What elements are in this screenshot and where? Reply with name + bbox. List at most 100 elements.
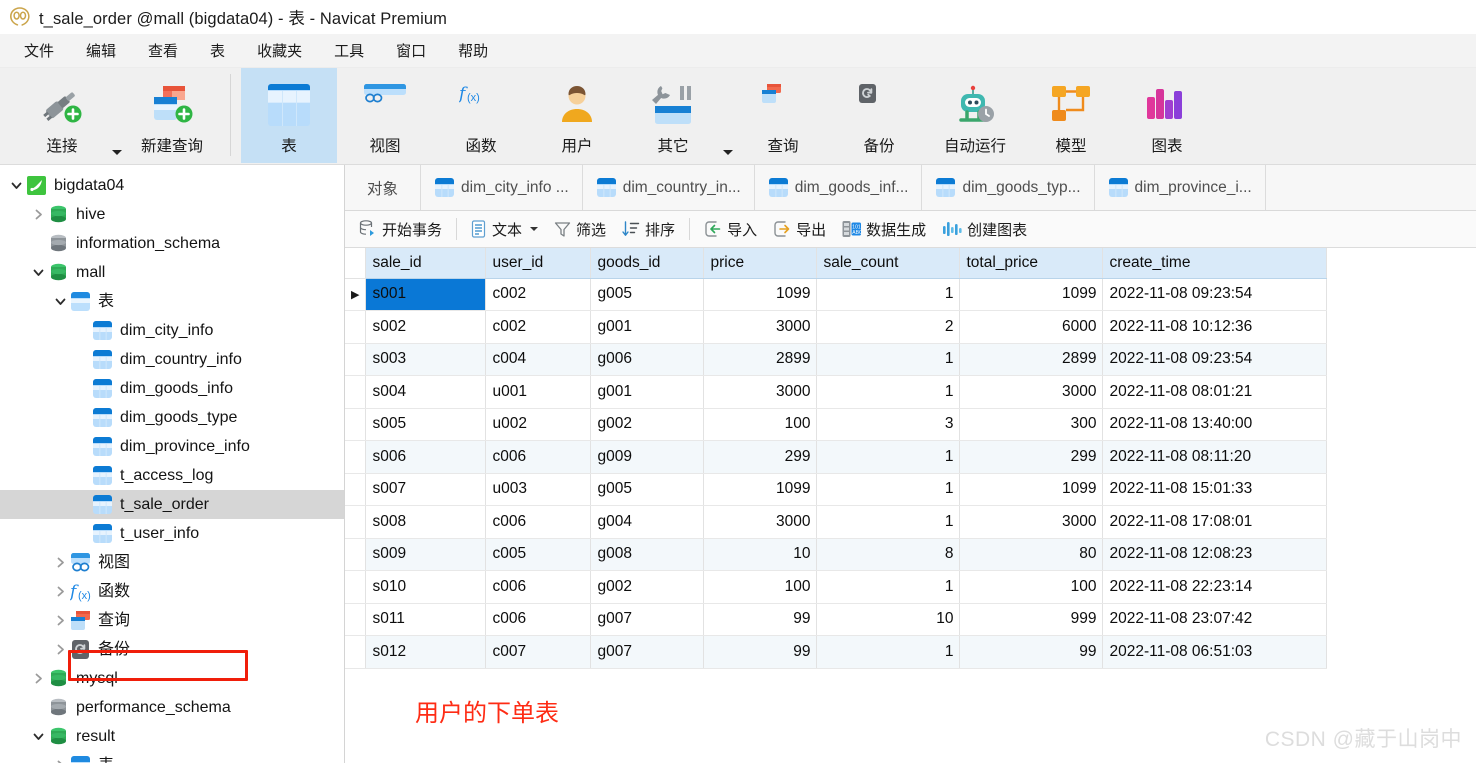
grid-cell-sale_id[interactable]: s010	[365, 570, 487, 604]
grid-cell-total_price[interactable]: 999	[959, 603, 1104, 636]
toolbar-button-new-query[interactable]: 新建查询	[124, 68, 220, 163]
grid-row[interactable]: s003 c004 g006 2899 1 2899 2022-11-08 09:23:54	[345, 343, 1328, 376]
grid-cell-create_time[interactable]: 2022-11-08 09:23:54	[1102, 343, 1328, 376]
grid-cell-sale_count[interactable]: 1	[816, 278, 961, 311]
grid-cell-total_price[interactable]: 3000	[959, 375, 1104, 409]
tree-node-dim_goods_info[interactable]: dim_goods_info	[0, 374, 344, 403]
grid-cell-create_time[interactable]: 2022-11-08 17:08:01	[1102, 505, 1328, 539]
grid-cell-sale_count[interactable]: 1	[816, 635, 961, 669]
chevron-right-icon[interactable]	[52, 555, 68, 571]
tree-node-[interactable]: f (x) 函数	[0, 577, 344, 606]
tab-dim_country_in[interactable]: dim_country_in...	[583, 165, 755, 210]
grid-cell-sale_count[interactable]: 8	[816, 538, 961, 571]
grid-cell-user_id[interactable]: c006	[485, 505, 592, 539]
toolbar-button-automation[interactable]: 自动运行	[927, 68, 1023, 163]
data-grid-wrapper[interactable]: sale_id user_id goods_id price sale_count tot…	[345, 248, 1476, 669]
grid-cell-total_price[interactable]: 6000	[959, 310, 1104, 344]
grid-row[interactable]: s009 c005 g008 10 8 80 2022-11-08 12:08:23	[345, 538, 1328, 571]
tree-node-[interactable]: 表	[0, 751, 344, 763]
grid-cell-goods_id[interactable]: g006	[590, 343, 705, 376]
filter-button[interactable]: 筛选	[546, 216, 614, 243]
object-tree-sidebar[interactable]: bigdata04 hive information_schema mall 表 dim_…	[0, 165, 345, 763]
grid-cell-user_id[interactable]: u001	[485, 375, 592, 409]
grid-cell-sale_id[interactable]: s006	[365, 440, 487, 474]
menu-favorites[interactable]: 收藏夹	[241, 37, 318, 64]
grid-cell-goods_id[interactable]: g002	[590, 408, 705, 441]
chevron-right-icon[interactable]	[52, 758, 68, 763]
grid-cell-user_id[interactable]: c004	[485, 343, 592, 376]
grid-row[interactable]: s011 c006 g007 99 10 999 2022-11-08 23:07:42	[345, 603, 1328, 636]
grid-cell-price[interactable]: 10	[703, 538, 818, 571]
chevron-down-icon[interactable]	[30, 729, 46, 745]
grid-cell-goods_id[interactable]: g009	[590, 440, 705, 474]
menu-view[interactable]: 查看	[132, 37, 194, 64]
tree-node-[interactable]: 表	[0, 287, 344, 316]
toolbar-button-query[interactable]: 查询	[735, 68, 831, 163]
grid-cell-sale_count[interactable]: 1	[816, 473, 961, 506]
grid-cell-total_price[interactable]: 99	[959, 635, 1104, 669]
tree-node-bigdata04[interactable]: bigdata04	[0, 171, 344, 200]
toolbar-button-table[interactable]: 表	[241, 68, 337, 163]
grid-cell-create_time[interactable]: 2022-11-08 08:01:21	[1102, 375, 1328, 409]
grid-cell-price[interactable]: 299	[703, 440, 818, 474]
tree-node-result[interactable]: result	[0, 722, 344, 751]
menu-file[interactable]: 文件	[8, 37, 70, 64]
grid-cell-sale_id[interactable]: s012	[365, 635, 487, 669]
grid-cell-price[interactable]: 99	[703, 603, 818, 636]
grid-body[interactable]: ▶ s001 c002 g005 1099 1 1099 2022-11-08 09:23:5…	[345, 278, 1328, 669]
grid-cell-total_price[interactable]: 100	[959, 570, 1104, 604]
grid-cell-create_time[interactable]: 2022-11-08 06:51:03	[1102, 635, 1328, 669]
grid-row[interactable]: s012 c007 g007 99 1 99 2022-11-08 06:51:03	[345, 635, 1328, 669]
grid-cell-user_id[interactable]: c006	[485, 440, 592, 474]
grid-cell-price[interactable]: 1099	[703, 278, 818, 311]
toolbar-button-other[interactable]: 其它	[625, 68, 721, 163]
grid-cell-sale_count[interactable]: 1	[816, 505, 961, 539]
grid-cell-goods_id[interactable]: g007	[590, 603, 705, 636]
tree-node-dim_province_info[interactable]: dim_province_info	[0, 432, 344, 461]
menu-help[interactable]: 帮助	[442, 37, 504, 64]
grid-cell-create_time[interactable]: 2022-11-08 12:08:23	[1102, 538, 1328, 571]
grid-cell-total_price[interactable]: 300	[959, 408, 1104, 441]
grid-column-header-user_id[interactable]: user_id	[485, 248, 592, 279]
grid-cell-price[interactable]: 1099	[703, 473, 818, 506]
grid-cell-sale_id[interactable]: s009	[365, 538, 487, 571]
tree-node-mall[interactable]: mall	[0, 258, 344, 287]
menu-edit[interactable]: 编辑	[70, 37, 132, 64]
tree-node-mysql[interactable]: mysql	[0, 664, 344, 693]
chevron-right-icon[interactable]	[52, 584, 68, 600]
chevron-down-icon[interactable]	[723, 149, 733, 155]
chevron-right-icon[interactable]	[30, 671, 46, 687]
tab-dim_province_i[interactable]: dim_province_i...	[1095, 165, 1266, 210]
grid-cell-price[interactable]: 99	[703, 635, 818, 669]
chevron-right-icon[interactable]	[52, 613, 68, 629]
chevron-right-icon[interactable]	[52, 642, 68, 658]
grid-cell-create_time[interactable]: 2022-11-08 23:07:42	[1102, 603, 1328, 636]
grid-cell-sale_id[interactable]: s002	[365, 310, 487, 344]
grid-column-header-sale_count[interactable]: sale_count	[816, 248, 961, 279]
tab-dim_city_info[interactable]: dim_city_info ...	[421, 165, 583, 210]
grid-cell-sale_count[interactable]: 2	[816, 310, 961, 344]
grid-column-header-total_price[interactable]: total_price	[959, 248, 1104, 279]
grid-cell-create_time[interactable]: 2022-11-08 10:12:36	[1102, 310, 1328, 344]
editor-tab-strip[interactable]: 对象 dim_city_info ... dim_country_in... dim_…	[345, 165, 1476, 211]
grid-cell-goods_id[interactable]: g008	[590, 538, 705, 571]
tree-node-information_schema[interactable]: information_schema	[0, 229, 344, 258]
data-generation-button[interactable]: 101 ABC 数据生成	[834, 216, 934, 243]
chevron-right-icon[interactable]	[30, 207, 46, 223]
grid-cell-create_time[interactable]: 2022-11-08 13:40:00	[1102, 408, 1328, 441]
chevron-down-icon[interactable]	[530, 227, 539, 231]
menu-window[interactable]: 窗口	[380, 37, 442, 64]
grid-column-header-price[interactable]: price	[703, 248, 818, 279]
grid-column-header-sale_id[interactable]: sale_id	[365, 248, 487, 279]
tree-node-performance_schema[interactable]: performance_schema	[0, 693, 344, 722]
grid-cell-goods_id[interactable]: g007	[590, 635, 705, 669]
grid-cell-price[interactable]: 3000	[703, 375, 818, 409]
grid-cell-sale_id[interactable]: s001	[365, 278, 487, 311]
grid-cell-goods_id[interactable]: g004	[590, 505, 705, 539]
chevron-down-icon[interactable]	[8, 178, 24, 194]
grid-cell-user_id[interactable]: c002	[485, 278, 592, 311]
grid-cell-goods_id[interactable]: g001	[590, 375, 705, 409]
menu-tools[interactable]: 工具	[318, 37, 380, 64]
toolbar-button-connection[interactable]: 连接	[14, 68, 110, 163]
toolbar-button-chart[interactable]: 图表	[1119, 68, 1215, 163]
